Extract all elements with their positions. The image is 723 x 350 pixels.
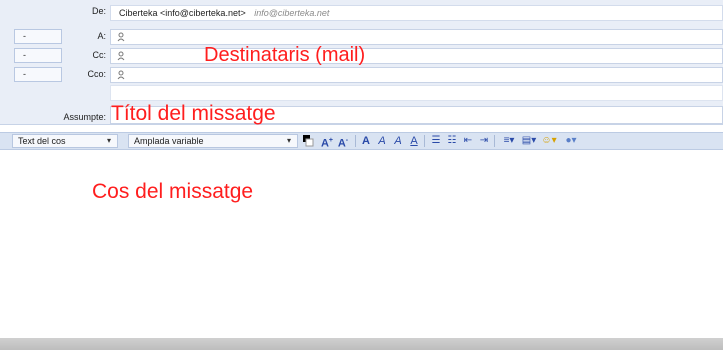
toolbar-separator [494,135,495,147]
to-field[interactable] [110,29,723,45]
emoji-icon[interactable]: ☺▾ [540,134,558,148]
italic-alt-icon[interactable]: A [392,134,404,148]
toolbar-separator [355,135,356,147]
cc-field[interactable] [110,48,723,64]
formatting-toolbar: Text del cos ▾ Amplada variable ▾ A+ A- … [0,132,723,150]
recipient-extra-field[interactable] [110,85,723,101]
italic-icon[interactable]: A [376,134,388,148]
message-body-editor[interactable] [0,150,723,338]
underline-icon[interactable]: A [408,134,420,148]
contact-icon [117,51,125,61]
color-swatch-icon[interactable] [302,134,314,148]
font-select[interactable]: Amplada variable ▾ [128,134,298,148]
subject-label: Assumpte: [63,112,106,122]
to-label: A: [97,31,106,41]
bcc-label: Cco: [87,69,106,79]
from-row: De: Ciberteka <info@ciberteka.net> info@… [0,4,723,22]
bcc-field[interactable] [110,67,723,83]
paragraph-style-select[interactable]: Text del cos ▾ [12,134,118,148]
from-hint: info@ciberteka.net [254,8,330,18]
window-bottom-edge [0,338,723,350]
bullet-list-icon[interactable]: ☰ [430,134,442,148]
from-value: Ciberteka <info@ciberteka.net> [119,8,246,18]
body-annotation: Cos del missatge [92,180,254,203]
subject-annotation: Títol del missatge [111,102,276,125]
font-size-decrease-icon[interactable]: A- [336,134,350,150]
cc-label: Cc: [92,50,107,60]
recipients-annotation: Destinataris (mail) [204,44,366,66]
contact-icon [117,70,125,80]
numbered-list-icon[interactable]: ☷ [446,134,458,148]
toolbar-separator [424,135,425,147]
bold-icon[interactable]: A [360,134,372,148]
insert-table-icon[interactable]: ▤▾ [520,134,538,148]
from-label: De: [91,6,106,16]
paragraph-style-value: Text del cos [18,136,66,146]
contact-icon [117,32,125,42]
chevron-down-icon: ▾ [286,136,291,145]
font-value: Amplada variable [134,136,204,146]
decrease-indent-icon[interactable]: ⇤ [462,134,474,148]
bcc-row: - Cco: [0,66,723,84]
chevron-down-icon: ▾ [106,136,111,145]
align-icon[interactable]: ≡▾ [500,134,518,148]
increase-indent-icon[interactable]: ⇥ [478,134,490,148]
from-field[interactable]: Ciberteka <info@ciberteka.net> info@cibe… [110,5,723,21]
font-size-increase-icon[interactable]: A+ [320,134,334,150]
insert-link-icon[interactable]: ●▾ [562,134,580,148]
